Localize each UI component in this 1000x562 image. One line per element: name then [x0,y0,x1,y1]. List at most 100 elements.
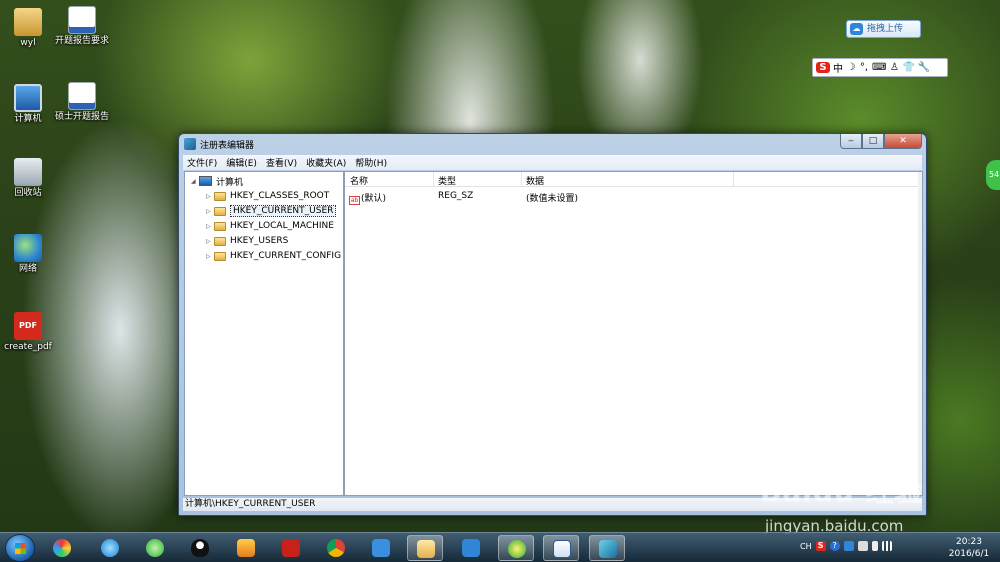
window-title: 注册表编辑器 [200,141,255,151]
menu-file[interactable]: 文件(F) [187,156,217,169]
drag-upload-button[interactable]: ☁ 拖拽上传 [846,20,921,38]
collapse-icon[interactable]: ◢ [191,178,199,185]
pdf-icon: PDF [14,312,42,340]
regedit-icon [184,138,196,150]
desktop-icon-recycle-bin[interactable]: 回收站 [0,158,56,199]
taskbar-app-word[interactable] [543,535,579,561]
taskbar-app-chrome[interactable] [318,535,354,561]
expand-icon[interactable]: ▷ [206,193,214,200]
tree-item-hku[interactable]: ▷ HKEY_USERS [206,234,288,248]
taskbar-app-360-safe[interactable] [498,535,534,561]
ime-toolbar[interactable]: S 中 ☽ °, ⌨ ♙ 👕 🔧 [812,58,948,77]
sogou-icon[interactable]: S [816,62,830,73]
taskbar-app-regedit[interactable] [589,535,625,561]
tree-item-hkcu[interactable]: ▷ HKEY_CURRENT_USER [206,204,337,218]
battery-icon[interactable] [871,541,878,551]
desktop-icon-computer[interactable]: 计算机 [0,84,56,125]
title-bar[interactable]: 注册表编辑器 ‒ □ ✕ [179,134,926,154]
menu-help[interactable]: 帮助(H) [355,156,387,169]
string-value-icon: ab [349,196,360,205]
tree-item-hklm[interactable]: ▷ HKEY_LOCAL_MACHINE [206,219,334,233]
wps-icon [282,539,300,557]
value-data-cell: (数值未设置) [526,194,579,204]
qq-icon [191,539,209,557]
taskbar-app-explorer[interactable] [407,535,443,561]
system-clock[interactable]: 20:23 2016/6/1 [940,536,998,560]
explorer-folder-icon [417,540,435,558]
column-header-name[interactable]: 名称 [350,174,368,187]
recycle-bin-icon [14,158,42,186]
ime-language-toggle[interactable]: 中 [833,60,843,75]
taskbar-app-360-browser[interactable] [137,535,173,561]
moon-icon[interactable]: ☽ [846,62,856,73]
skin-icon[interactable]: 👕 [902,62,914,73]
user-icon[interactable]: ♙ [889,62,899,73]
folder-icon [214,191,226,201]
desktop-icon-doc1[interactable]: 开题报告要求 [54,6,110,47]
expand-icon[interactable]: ▷ [206,253,214,260]
input-language-indicator[interactable]: CH [800,542,812,551]
chrome-icon [327,539,345,557]
start-button[interactable] [5,534,35,562]
color-app-icon [53,539,71,557]
clock-time: 20:23 [956,537,982,547]
taskbar-app-rss[interactable] [363,535,399,561]
tray-app-icon[interactable] [843,541,854,551]
clock-date: 2016/6/1 [948,549,990,559]
gift-icon [237,539,255,557]
help-icon[interactable]: ? [829,541,840,551]
rss-icon [372,539,390,557]
maximize-button[interactable]: □ [862,134,884,149]
menu-bar: 文件(F) 编辑(E) 查看(V) 收藏夹(A) 帮助(H) [183,155,922,170]
taskbar-app-baidu-netdisk[interactable] [453,535,489,561]
tree-item-hkcc[interactable]: ▷ HKEY_CURRENT_CONFIG [206,249,341,263]
punctuation-toggle[interactable]: °, [859,62,869,73]
baidu-watermark-logo: Baidu 经验 [760,475,924,508]
signal-strength-icon[interactable] [881,541,892,551]
vertical-scrollbar[interactable] [918,172,922,495]
tree-root-computer[interactable]: ◢ 计算机 [191,174,243,188]
system-tray: CH S ? [800,541,892,551]
action-center-flag-icon[interactable] [857,541,868,551]
table-row[interactable]: ab (默认) REG_SZ (数值未设置) [345,190,922,205]
folder-icon [214,206,226,216]
document-icon [68,6,96,34]
desktop-icon-user[interactable]: wyl [0,8,56,49]
minimize-button[interactable]: ‒ [840,134,862,149]
menu-favorites[interactable]: 收藏夹(A) [306,156,346,169]
taskbar-app-wps[interactable] [273,535,309,561]
taskbar-app-ie[interactable] [92,535,128,561]
list-header: 名称 类型 数据 [345,172,922,187]
keyboard-icon[interactable]: ⌨ [872,62,886,73]
column-divider[interactable] [733,172,734,187]
taskbar-app-qq[interactable] [182,535,218,561]
taskbar-app-gift[interactable] [228,535,264,561]
desktop-icon-create-pdf[interactable]: PDF create_pdf [0,312,56,353]
column-header-type[interactable]: 类型 [438,174,456,187]
column-divider[interactable] [521,172,522,187]
column-header-data[interactable]: 数据 [526,174,544,187]
edge-widget-badge[interactable]: 54 [986,160,1000,190]
desktop-icon-network[interactable]: 网络 [0,234,56,275]
network-icon [14,234,42,262]
ie-icon [101,539,119,557]
tree-item-hkcr[interactable]: ▷ HKEY_CLASSES_ROOT [206,189,329,203]
menu-view[interactable]: 查看(V) [266,156,297,169]
registry-values-list[interactable]: 名称 类型 数据 ab (默认) REG_SZ (数值未设置) [344,171,923,496]
settings-wrench-icon[interactable]: 🔧 [918,62,930,73]
expand-icon[interactable]: ▷ [206,208,214,215]
registry-tree[interactable]: ◢ 计算机 ▷ HKEY_CLASSES_ROOT ▷ HKEY_CURRENT… [184,171,344,496]
computer-icon [199,176,212,186]
menu-edit[interactable]: 编辑(E) [226,156,257,169]
column-divider[interactable] [433,172,434,187]
expand-icon[interactable]: ▷ [206,238,214,245]
expand-icon[interactable]: ▷ [206,223,214,230]
close-button[interactable]: ✕ [884,134,922,149]
taskbar-app-color[interactable] [44,535,80,561]
cloud-icon: ☁ [850,23,863,35]
baidu-netdisk-icon [462,539,480,557]
word-icon [553,540,571,558]
regedit-icon [599,540,617,558]
sogou-tray-icon[interactable]: S [815,541,826,551]
desktop-icon-doc2[interactable]: 硕士开题报告 [54,82,110,123]
